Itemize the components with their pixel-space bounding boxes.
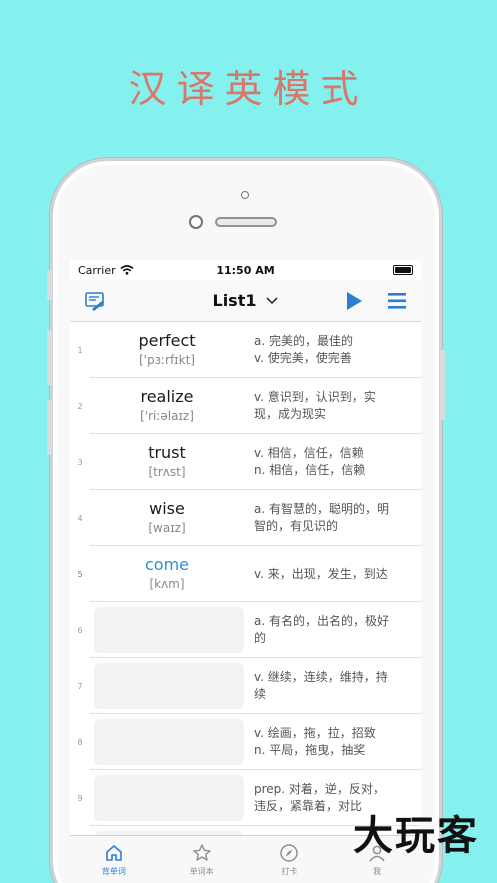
meaning-line-1: v. 意识到，认识到，实 xyxy=(254,390,376,404)
meaning-line-1: a. 有智慧的，聪明的，明 xyxy=(254,502,389,516)
meaning-line-2: 智的，有见识的 xyxy=(254,519,339,533)
volume-down-button xyxy=(47,400,52,455)
earpiece-speaker xyxy=(215,217,277,227)
play-icon[interactable] xyxy=(345,291,363,311)
row-index: 3 xyxy=(77,457,83,467)
meaning-line-1: v. 绘画，拖，拉，招致 xyxy=(254,726,376,740)
tab-study-label: 背单词 xyxy=(101,866,126,876)
tab-study[interactable]: 背单词 xyxy=(70,836,158,883)
meaning-line-2: 现，成为现实 xyxy=(254,407,327,421)
compass-icon xyxy=(280,843,299,862)
hidden-word-placeholder[interactable] xyxy=(94,775,244,821)
app-screen: Carrier 11:50 AM List1 1 perfect ['pɜːrf… xyxy=(70,260,421,883)
word-row[interactable]: 1 perfect ['pɜːrfɪkt] a. 完美的，最佳的 v. 使完美，使完善 xyxy=(70,322,421,378)
word-meaning: v. 相信，信任，信赖 n. 相信，信任，信赖 xyxy=(244,445,421,479)
word-row[interactable]: 4 wise [waɪz] a. 有智慧的，聪明的，明 智的，有见识的 xyxy=(70,490,421,546)
power-button xyxy=(440,350,445,420)
word-cell[interactable]: realize ['riːəlaɪz] xyxy=(90,387,244,425)
word-row[interactable]: 8 v. 绘画，拖，拉，招致 n. 平局，拖曳，抽奖 xyxy=(70,714,421,770)
word-phonetic: ['pɜːrfɪkt] xyxy=(139,353,195,367)
chevron-down-icon xyxy=(266,296,279,304)
front-camera xyxy=(241,191,249,199)
list-selector[interactable]: List1 xyxy=(70,291,421,310)
tab-checkin[interactable]: 打卡 xyxy=(246,836,334,883)
row-index: 4 xyxy=(77,513,83,523)
meaning-line-2: 续 xyxy=(254,687,267,701)
meaning-line-1: v. 来，出现，发生，到达 xyxy=(254,566,388,581)
word-cell[interactable]: perfect ['pɜːrfɪkt] xyxy=(90,331,244,369)
word-phonetic: [waɪz] xyxy=(148,521,186,535)
word-cell[interactable]: wise [waɪz] xyxy=(90,499,244,537)
row-index: 2 xyxy=(77,401,83,411)
hidden-word-placeholder[interactable] xyxy=(94,607,244,653)
word-meaning: a. 有智慧的，聪明的，明 智的，有见识的 xyxy=(244,501,421,535)
watermark-text: 大玩客 xyxy=(353,813,479,859)
row-index: 8 xyxy=(77,737,83,747)
tab-wordbook[interactable]: 单词本 xyxy=(158,836,246,883)
hidden-word-placeholder[interactable] xyxy=(94,719,244,765)
silent-switch xyxy=(47,270,52,300)
word-meaning: v. 来，出现，发生，到达 xyxy=(244,566,421,583)
star-icon xyxy=(192,843,211,861)
status-time: 11:50 AM xyxy=(216,263,275,277)
menu-icon[interactable] xyxy=(387,292,407,310)
word-text: perfect xyxy=(138,331,196,350)
tab-checkin-label: 打卡 xyxy=(281,866,298,876)
word-meaning: v. 意识到，认识到，实 现，成为现实 xyxy=(244,389,421,423)
row-index: 5 xyxy=(77,569,83,579)
word-row[interactable]: 7 v. 继续，连续，维持，持续 xyxy=(70,658,421,714)
meaning-line-1: a. 有名的，出名的，极好 xyxy=(254,614,389,628)
word-phonetic: [trʌst] xyxy=(148,465,186,479)
meaning-line-1: prep. 对着，逆，反对， xyxy=(254,782,385,796)
word-row[interactable]: 6 a. 有名的，出名的，极好的 xyxy=(70,602,421,658)
row-index: 6 xyxy=(77,625,83,635)
word-text: trust xyxy=(148,443,186,462)
word-meaning: v. 继续，连续，维持，持续 xyxy=(244,669,421,703)
meaning-line-2: n. 相信，信任，信赖 xyxy=(254,463,366,477)
home-icon xyxy=(106,844,122,861)
meaning-line-2: 的 xyxy=(254,631,267,645)
status-bar: Carrier 11:50 AM xyxy=(70,260,421,280)
row-index: 9 xyxy=(77,793,83,803)
word-phonetic: ['riːəlaɪz] xyxy=(140,409,194,423)
word-list: 1 perfect ['pɜːrfɪkt] a. 完美的，最佳的 v. 使完美，使完善 2… xyxy=(70,322,421,882)
word-row[interactable]: 5 come [kʌm] v. 来，出现，发生，到达 xyxy=(70,546,421,602)
meaning-line-1: v. 继续，连续，维持，持 xyxy=(254,670,388,684)
meaning-line-1: v. 相信，信任，信赖 xyxy=(254,446,364,460)
word-meaning: a. 完美的，最佳的 v. 使完美，使完善 xyxy=(244,333,421,367)
meaning-line-2: v. 使完美，使完善 xyxy=(254,351,352,365)
word-row[interactable]: 2 realize ['riːəlaɪz] v. 意识到，认识到，实 现，成为现实 xyxy=(70,378,421,434)
word-cell[interactable]: come [kʌm] xyxy=(90,555,244,593)
row-index: 7 xyxy=(77,681,83,691)
word-cell[interactable]: trust [trʌst] xyxy=(90,443,244,481)
navigation-bar: List1 xyxy=(70,280,421,322)
word-phonetic: [kʌm] xyxy=(149,577,185,591)
word-text: wise xyxy=(149,499,185,518)
meaning-line-2: n. 平局，拖曳，抽奖 xyxy=(254,743,366,757)
proximity-sensor xyxy=(189,215,203,229)
volume-up-button xyxy=(47,330,52,385)
meaning-line-1: a. 完美的，最佳的 xyxy=(254,334,353,348)
word-meaning: a. 有名的，出名的，极好的 xyxy=(244,613,421,647)
row-index: 1 xyxy=(77,345,83,355)
tab-me-label: 我 xyxy=(373,866,382,876)
word-text: realize xyxy=(140,387,194,406)
tab-wordbook-label: 单词本 xyxy=(189,866,214,876)
list-title: List1 xyxy=(212,291,257,310)
word-meaning: v. 绘画，拖，拉，招致 n. 平局，拖曳，抽奖 xyxy=(244,725,421,759)
word-text: come xyxy=(144,555,189,574)
promo-headline: 汉译英模式 xyxy=(128,67,369,111)
word-row[interactable]: 3 trust [trʌst] v. 相信，信任，信赖 n. 相信，信任，信赖 xyxy=(70,434,421,490)
hidden-word-placeholder[interactable] xyxy=(94,663,244,709)
battery-icon xyxy=(393,265,413,275)
